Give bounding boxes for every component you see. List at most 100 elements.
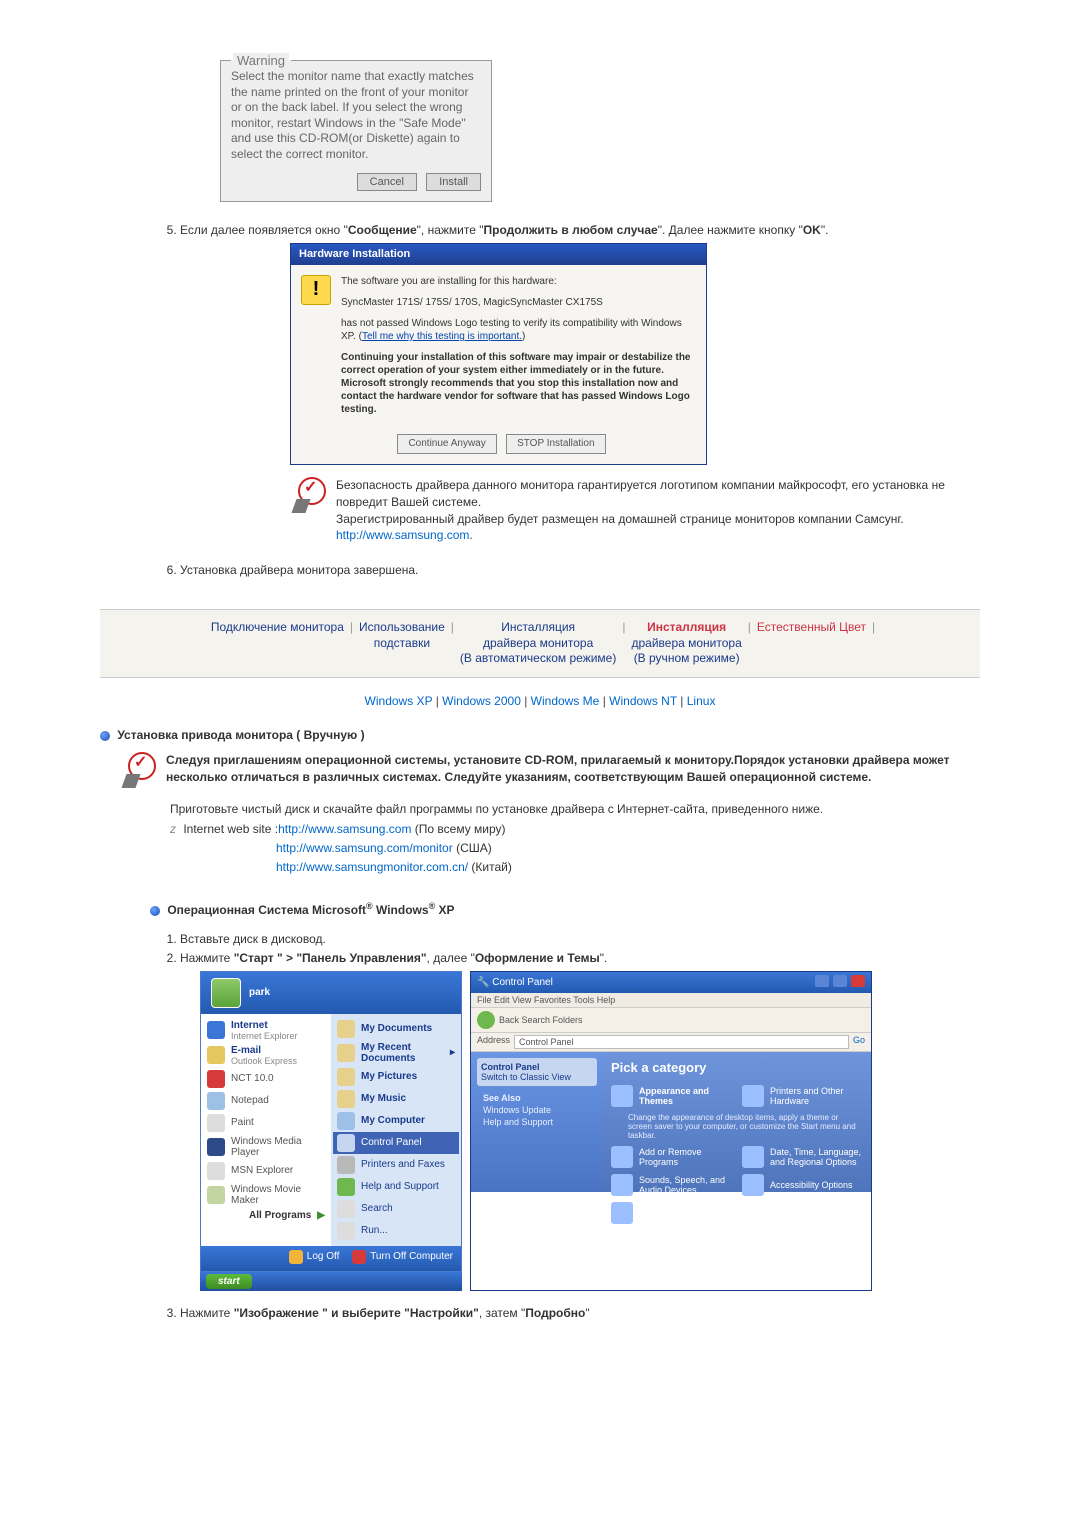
os-link-2000[interactable]: Windows 2000 <box>442 694 521 708</box>
start-menu-header: park <box>201 972 461 1014</box>
start-music[interactable]: My Music <box>333 1088 459 1110</box>
back-icon[interactable] <box>477 1011 495 1029</box>
see-help-support[interactable]: Help and Support <box>477 1116 597 1128</box>
cp-main: Pick a category Appearance and Themes Pr… <box>603 1052 871 1192</box>
manual-install-title: Установка привода монитора ( Вручную ) <box>100 728 980 742</box>
download-links: z Internet web site :http://www.samsung.… <box>170 820 980 878</box>
step-5: Если далее появляется окно "Сообщение", … <box>180 222 980 544</box>
close-icon[interactable] <box>851 975 865 987</box>
warning-dialog: Warning Select the monitor name that exa… <box>220 60 492 202</box>
cancel-button[interactable]: Cancel <box>357 173 417 191</box>
xp-steps: Вставьте диск в дисковод. Нажмите "Старт… <box>180 931 980 967</box>
start-nct[interactable]: NCT 10.0 <box>203 1068 329 1090</box>
install-button[interactable]: Install <box>426 173 481 191</box>
cp-address-bar: Address Control Panel Go <box>471 1033 871 1052</box>
tab-install-auto[interactable]: Инсталляциядрайвера монитора(В автоматич… <box>454 620 622 667</box>
xp-step-1: Вставьте диск в дисковод. <box>180 931 980 948</box>
xp-steps-continued: Нажмите "Изображение " и выберите "Настр… <box>180 1305 980 1322</box>
start-paint[interactable]: Paint <box>203 1112 329 1134</box>
manual-instructions: Следуя приглашениям операционной системы… <box>120 752 980 788</box>
step-6: Установка драйвера монитора завершена. <box>180 562 980 579</box>
switch-classic-link[interactable]: Switch to Classic View <box>481 1072 593 1082</box>
turnoff-button[interactable]: Turn Off Computer <box>352 1250 453 1264</box>
cat-sounds[interactable]: Sounds, Speech, and Audio Devices <box>611 1174 732 1196</box>
start-search[interactable]: Search <box>333 1198 459 1220</box>
continue-anyway-button[interactable]: Continue Anyway <box>397 434 496 454</box>
logo-testing-link[interactable]: Tell me why this testing is important. <box>362 331 522 342</box>
samsung-us-link[interactable]: http://www.samsung.com/monitor <box>276 841 453 855</box>
os-link-me[interactable]: Windows Me <box>531 694 600 708</box>
section-nav-tabs: Подключение монитора | Использованиеподс… <box>100 609 980 678</box>
xp-step-2: Нажмите "Старт " > "Панель Управления", … <box>180 950 980 967</box>
cat-add-remove[interactable]: Add or Remove Programs <box>611 1146 732 1168</box>
cat-printers[interactable]: Printers and Other Hardware <box>742 1085 863 1107</box>
cat-appearance[interactable]: Appearance and Themes <box>611 1085 732 1107</box>
cat-accessibility[interactable]: Accessibility Options <box>742 1174 863 1196</box>
os-link-linux[interactable]: Linux <box>687 694 716 708</box>
os-link-nt[interactable]: Windows NT <box>609 694 677 708</box>
go-button[interactable]: Go <box>853 1035 865 1049</box>
cp-menu[interactable]: File Edit View Favorites Tools Help <box>471 993 871 1008</box>
check-icon <box>290 477 326 513</box>
start-printers[interactable]: Printers and Faxes <box>333 1154 459 1176</box>
user-avatar <box>211 978 241 1008</box>
cat-date-time[interactable]: Date, Time, Language, and Regional Optio… <box>742 1146 863 1168</box>
check-icon <box>120 752 156 788</box>
start-button[interactable]: start <box>206 1274 252 1289</box>
hw-line4: Continuing your installation of this sof… <box>341 351 694 416</box>
username: park <box>249 987 270 998</box>
see-windows-update[interactable]: Windows Update <box>477 1104 597 1116</box>
address-field[interactable]: Control Panel <box>514 1035 849 1049</box>
samsung-intl-link[interactable]: http://www.samsung.com <box>278 822 411 836</box>
chevron-right-icon: ▶ <box>317 1210 325 1221</box>
screenshots-row: park InternetInternet Explorer E-mailOut… <box>200 971 980 1291</box>
cat-performance[interactable]: Performance and Maintenance <box>611 1202 732 1224</box>
cp-side-box: Control Panel Switch to Classic View <box>477 1058 597 1086</box>
start-notepad[interactable]: Notepad <box>203 1090 329 1112</box>
see-also-label: See Also <box>477 1092 597 1104</box>
minimize-icon[interactable] <box>815 975 829 987</box>
start-run[interactable]: Run... <box>333 1220 459 1242</box>
start-control-panel[interactable]: Control Panel <box>333 1132 459 1154</box>
start-email[interactable]: E-mailOutlook Express <box>203 1043 329 1068</box>
hw-line1: The software you are installing for this… <box>341 275 694 288</box>
hw-dialog-title: Hardware Installation <box>291 244 706 265</box>
taskbar: start <box>200 1272 462 1291</box>
window-buttons <box>814 975 865 990</box>
start-wmp[interactable]: Windows Media Player <box>203 1134 329 1160</box>
start-menu-screenshot: park InternetInternet Explorer E-mailOut… <box>200 971 462 1291</box>
bullet-icon <box>150 906 160 916</box>
hardware-installation-dialog: Hardware Installation The software you a… <box>290 243 707 465</box>
control-panel-window: 🔧 Control Panel File Edit View Favorites… <box>470 971 872 1291</box>
samsung-cn-link[interactable]: http://www.samsungmonitor.com.cn/ <box>276 860 468 874</box>
maximize-icon[interactable] <box>833 975 847 987</box>
start-internet[interactable]: InternetInternet Explorer <box>203 1018 329 1043</box>
tab-natural-color[interactable]: Естественный Цвет <box>751 620 872 667</box>
cat-appearance-desc: Change the appearance of desktop items, … <box>611 1113 863 1140</box>
driver-safety-note: Безопасность драйвера данного монитора г… <box>290 477 980 544</box>
start-all-programs[interactable]: All Programs ▶ <box>203 1208 329 1223</box>
logoff-button[interactable]: Log Off <box>289 1250 340 1264</box>
start-wmm[interactable]: Windows Movie Maker <box>203 1182 329 1208</box>
bullet-icon <box>100 731 110 741</box>
warning-body: Select the monitor name that exactly mat… <box>231 69 481 163</box>
tab-connect-monitor[interactable]: Подключение монитора <box>205 620 350 667</box>
tab-use-stand[interactable]: Использованиеподставки <box>353 620 451 667</box>
hw-line2: SyncMaster 171S/ 175S/ 170S, MagicSyncMa… <box>341 296 694 309</box>
start-recent[interactable]: My Recent Documents ▸ <box>333 1040 459 1066</box>
tab-install-manual[interactable]: Инсталляциядрайвера монитора(В ручном ре… <box>625 620 747 667</box>
os-links: Windows XP | Windows 2000 | Windows Me |… <box>100 694 980 708</box>
samsung-link[interactable]: http://www.samsung.com <box>336 528 469 542</box>
cp-sidebar: Control Panel Switch to Classic View See… <box>471 1052 603 1192</box>
prep-text: Приготовьте чистый диск и скачайте файл … <box>170 800 980 818</box>
start-pics[interactable]: My Pictures <box>333 1066 459 1088</box>
cp-title: 🔧 Control Panel <box>477 977 553 988</box>
stop-installation-button[interactable]: STOP Installation <box>506 434 605 454</box>
start-msn[interactable]: MSN Explorer <box>203 1160 329 1182</box>
xp-step-3: Нажмите "Изображение " и выберите "Настр… <box>180 1305 980 1322</box>
os-link-xp[interactable]: Windows XP <box>365 694 433 708</box>
start-menu-footer: Log Off Turn Off Computer <box>201 1246 461 1271</box>
start-mydocs[interactable]: My Documents <box>333 1018 459 1040</box>
start-help[interactable]: Help and Support <box>333 1176 459 1198</box>
start-computer[interactable]: My Computer <box>333 1110 459 1132</box>
